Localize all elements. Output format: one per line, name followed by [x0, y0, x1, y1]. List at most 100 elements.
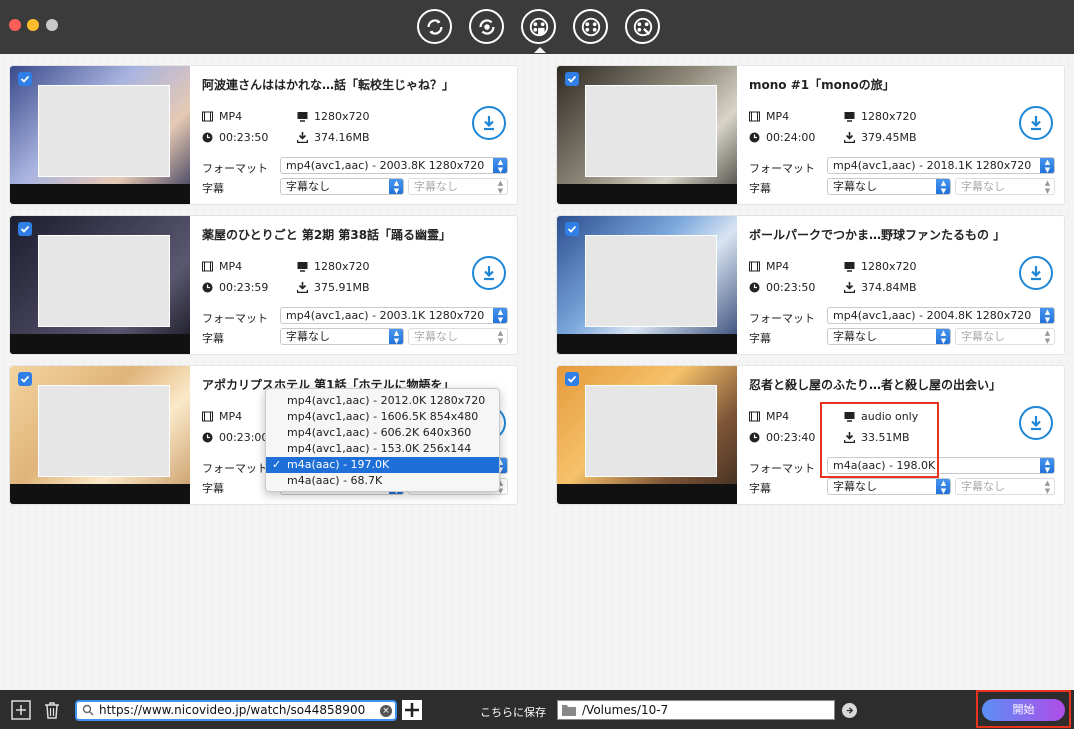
- video-thumbnail: [10, 366, 190, 504]
- add-icon[interactable]: [11, 700, 31, 720]
- subtitle-select[interactable]: 字幕なし ▲▼: [827, 478, 951, 495]
- subtitle-label: 字幕: [202, 182, 224, 195]
- video-size: 374.16MB: [297, 131, 370, 144]
- video-list: 阿波連さんははかれな…話「転校生じゃね？」 MP4 1280x720 00:23…: [0, 54, 1074, 690]
- clear-icon[interactable]: ×: [380, 705, 392, 717]
- file-size-icon: [844, 132, 855, 143]
- subtitle-select[interactable]: 字幕なし ▲▼: [280, 178, 404, 195]
- thumbnail-letterbox: [557, 484, 737, 504]
- video-edit-button[interactable]: [573, 9, 608, 44]
- window-close-button[interactable]: [9, 19, 21, 31]
- format-select-value: mp4(avc1,aac) - 2018.1K 1280x720: [833, 159, 1032, 172]
- subtitle-select-secondary-value: 字幕なし: [961, 180, 1005, 193]
- format-select[interactable]: m4a(aac) - 198.0K ▲ ▼: [827, 457, 1055, 474]
- dropdown-option[interactable]: mp4(avc1,aac) - 1606.5K 854x480: [266, 409, 499, 425]
- video-resolution: 1280x720: [297, 260, 370, 273]
- download-icon: [1031, 416, 1041, 431]
- window-minimize-button[interactable]: [27, 19, 39, 31]
- download-button[interactable]: [1019, 406, 1053, 440]
- format-text: MP4: [766, 260, 790, 273]
- select-checkbox[interactable]: [565, 72, 579, 86]
- dropdown-option[interactable]: mp4(avc1,aac) - 153.0K 256x144: [266, 441, 499, 457]
- film-icon: [202, 411, 213, 422]
- select-checkbox[interactable]: [18, 372, 32, 386]
- download-button[interactable]: [472, 256, 506, 290]
- monitor-icon: [844, 262, 855, 272]
- monitor-icon: [297, 112, 308, 122]
- file-size-icon: [844, 432, 855, 443]
- format-select[interactable]: mp4(avc1,aac) - 2003.1K 1280x720 ▲ ▼: [280, 307, 508, 324]
- dropdown-option-label: m4a(aac) - 197.0K: [287, 458, 390, 471]
- film-icon: [749, 261, 760, 272]
- video-format: MP4: [202, 410, 242, 423]
- checkmark-icon: [20, 225, 30, 233]
- video-format: MP4: [749, 260, 789, 273]
- video-title: ボールパークでつかま…野球ファンたるもの 」: [749, 228, 1006, 242]
- clock-icon: [749, 132, 760, 143]
- url-text: https://www.nicovideo.jp/watch/so4485890…: [99, 703, 366, 717]
- video-tools-button[interactable]: [625, 9, 660, 44]
- video-format: MP4: [749, 410, 789, 423]
- select-checkbox[interactable]: [18, 222, 32, 236]
- url-input[interactable]: https://www.nicovideo.jp/watch/so4485890…: [75, 700, 397, 721]
- thumbnail-letterbox: [10, 334, 190, 354]
- size-text: 374.84MB: [861, 281, 917, 294]
- window-zoom-button[interactable]: [46, 19, 58, 31]
- download-button[interactable]: [1019, 256, 1053, 290]
- select-checkbox[interactable]: [565, 372, 579, 386]
- format-select-value: m4a(aac) - 198.0K: [833, 459, 936, 472]
- format-dropdown-menu[interactable]: mp4(avc1,aac) - 2012.0K 1280x720 mp4(avc…: [265, 388, 500, 492]
- dropdown-option-selected[interactable]: ✓ m4a(aac) - 197.0K: [266, 457, 499, 473]
- subtitle-select-secondary: 字幕なし ▲▼: [955, 328, 1055, 345]
- save-path-field[interactable]: /Volumes/10-7: [557, 700, 835, 720]
- thumbnail-placeholder: [38, 385, 170, 477]
- video-card: 薬屋のひとりごと 第2期 第38話「踊る幽霊」 MP4 1280x720 00:…: [9, 215, 518, 355]
- subtitle-select-secondary: 字幕なし ▲▼: [408, 328, 508, 345]
- format-label: フォーマット: [749, 162, 815, 175]
- thumbnail-placeholder: [585, 235, 717, 327]
- format-select[interactable]: mp4(avc1,aac) - 2018.1K 1280x720 ▲ ▼: [827, 157, 1055, 174]
- save-path-text: /Volumes/10-7: [582, 703, 669, 717]
- chevron-updown-icon: ▲▼: [389, 329, 403, 344]
- video-title: 薬屋のひとりごと 第2期 第38話「踊る幽霊」: [202, 228, 452, 242]
- dropdown-option[interactable]: mp4(avc1,aac) - 606.2K 640x360: [266, 425, 499, 441]
- video-download-icon: [529, 17, 548, 36]
- format-select[interactable]: mp4(avc1,aac) - 2003.8K 1280x720 ▲ ▼: [280, 157, 508, 174]
- dropdown-option[interactable]: mp4(avc1,aac) - 2012.0K 1280x720: [266, 393, 499, 409]
- download-icon: [484, 266, 494, 281]
- video-format: MP4: [749, 110, 789, 123]
- convert-button[interactable]: [417, 9, 452, 44]
- chevron-updown-icon: ▲▼: [493, 158, 507, 173]
- video-thumbnail: [557, 366, 737, 504]
- subtitle-select[interactable]: 字幕なし ▲▼: [827, 328, 951, 345]
- record-button[interactable]: [469, 9, 504, 44]
- add-url-button[interactable]: [402, 700, 422, 720]
- chevron-updown-icon: ▲▼: [1044, 479, 1051, 495]
- film-icon: [749, 411, 760, 422]
- download-button[interactable]: [472, 106, 506, 140]
- video-card: ボールパークでつかま…野球ファンたるもの 」 MP4 1280x720 00:2…: [556, 215, 1065, 355]
- download-button[interactable]: [1019, 106, 1053, 140]
- subtitle-select[interactable]: 字幕なし ▲▼: [827, 178, 951, 195]
- thumbnail-placeholder: [585, 85, 717, 177]
- download-icon: [484, 116, 494, 131]
- chevron-updown-icon: ▲▼: [497, 329, 504, 345]
- open-folder-button[interactable]: [842, 703, 857, 718]
- subtitle-select-secondary: 字幕なし ▲▼: [955, 178, 1055, 195]
- checkmark-icon: [567, 225, 577, 233]
- thumbnail-placeholder: [585, 385, 717, 477]
- select-checkbox[interactable]: [565, 222, 579, 236]
- format-select[interactable]: mp4(avc1,aac) - 2004.8K 1280x720 ▲ ▼: [827, 307, 1055, 324]
- subtitle-select[interactable]: 字幕なし ▲▼: [280, 328, 404, 345]
- video-download-button[interactable]: [521, 9, 556, 53]
- chevron-updown-icon: ▲▼: [936, 479, 950, 494]
- trash-icon[interactable]: [42, 700, 62, 720]
- film-icon: [202, 261, 213, 272]
- video-card: mono #1「monoの旅」 MP4 1280x720 00:24:00 37…: [556, 65, 1065, 205]
- chevron-updown-icon: ▲▼: [936, 329, 950, 344]
- checkmark-icon: [567, 375, 577, 383]
- select-checkbox[interactable]: [18, 72, 32, 86]
- start-button[interactable]: 開始: [982, 699, 1065, 721]
- dropdown-option[interactable]: m4a(aac) - 68.7K: [266, 473, 499, 489]
- file-size-icon: [297, 282, 308, 293]
